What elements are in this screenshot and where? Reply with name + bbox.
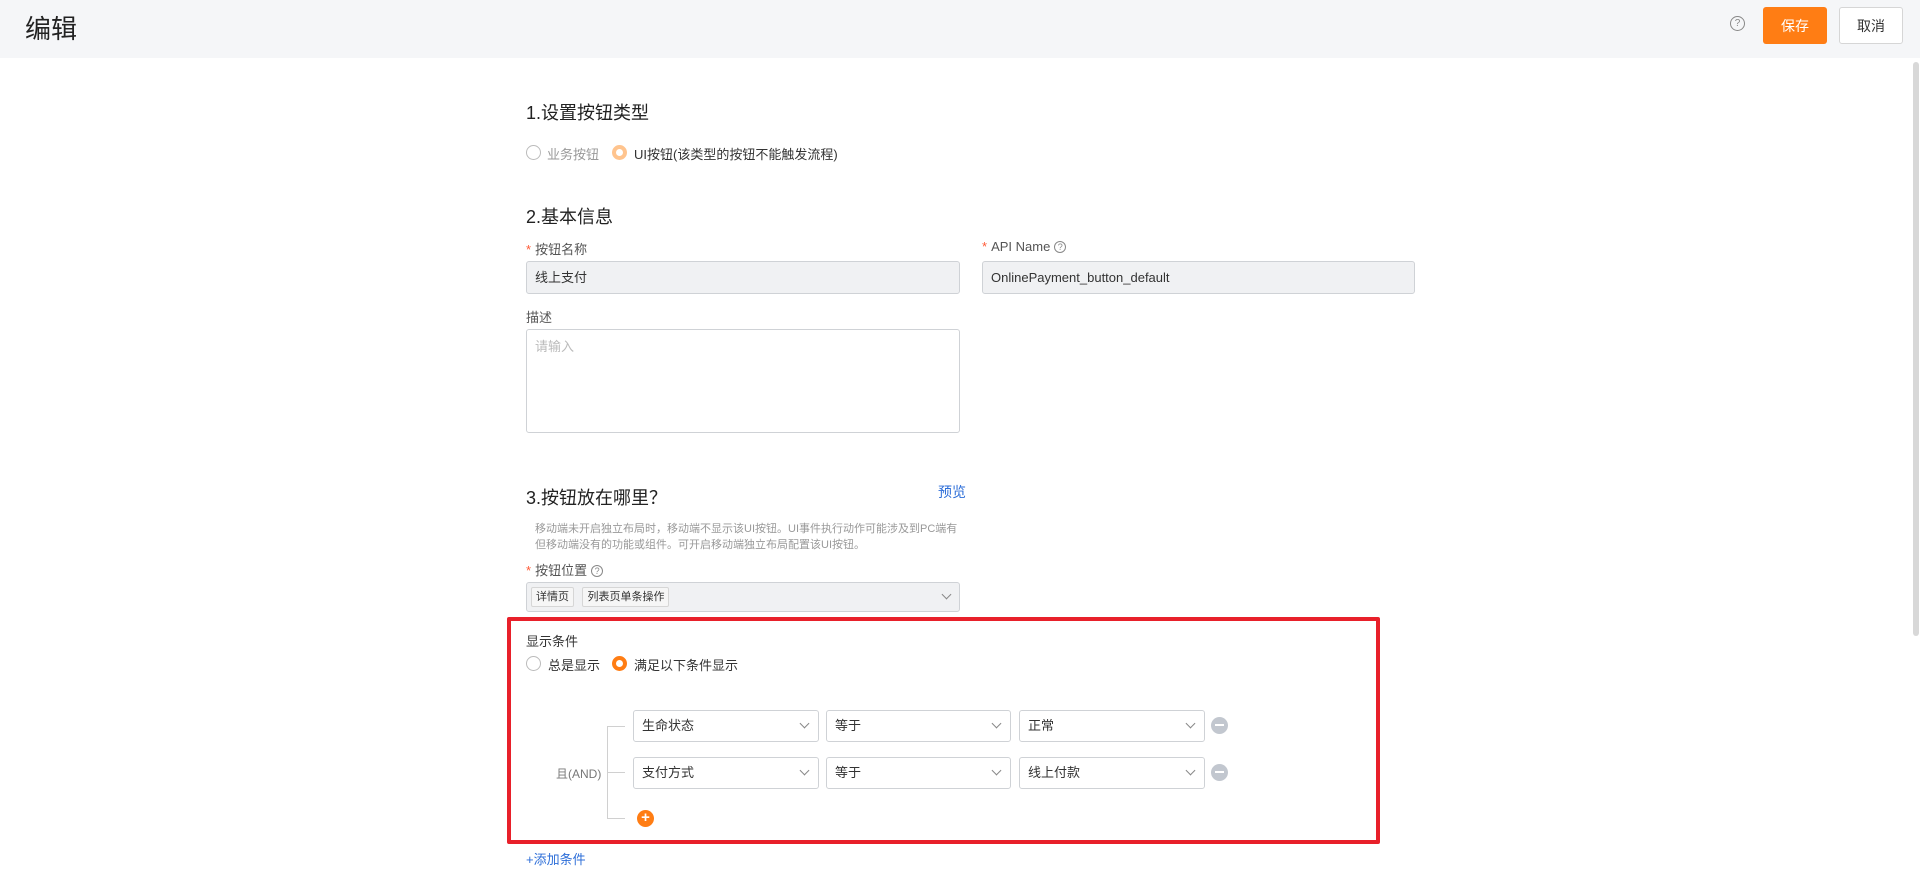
save-button[interactable]: 保存 (1763, 7, 1827, 44)
chevron-down-icon (1185, 718, 1196, 729)
question-circle-icon[interactable]: ? (591, 565, 604, 577)
api-name-label: * API Name? (982, 239, 1067, 254)
mobile-layout-hint: 移动端未开启独立布局时，移动端不显示该UI按钮。UI事件执行动作可能涉及到PC端… (535, 521, 965, 553)
and-logic-label: 且(AND) (556, 767, 602, 781)
question-circle-icon[interactable]: ? (1730, 16, 1745, 31)
top-header: 编辑 ? 保存 取消 (0, 0, 1920, 58)
radio-always-show[interactable] (526, 656, 541, 671)
chevron-down-icon (991, 765, 1002, 776)
chevron-down-icon (799, 718, 810, 729)
condition-operator-value: 等于 (835, 765, 862, 780)
radio-business-button (526, 145, 541, 160)
chevron-down-icon (799, 765, 810, 776)
radio-conditional-show[interactable] (612, 656, 627, 671)
required-mark: * (982, 239, 988, 254)
condition-operator-value: 等于 (835, 718, 862, 733)
condition-operator-select[interactable]: 等于 (826, 710, 1011, 742)
button-name-label: * 按钮名称 (526, 239, 587, 258)
required-mark: * (526, 563, 532, 578)
chevron-down-icon (1185, 765, 1196, 776)
condition-field-select[interactable]: 支付方式 (633, 757, 819, 789)
condition-value-value: 线上付款 (1028, 765, 1081, 780)
condition-field-select[interactable]: 生命状态 (633, 710, 819, 742)
chevron-down-icon (991, 718, 1002, 729)
condition-field-value: 支付方式 (642, 765, 695, 780)
condition-value-select[interactable]: 线上付款 (1019, 757, 1205, 789)
required-mark: * (526, 242, 532, 257)
preview-link[interactable]: 预览 (938, 482, 966, 502)
add-condition-link[interactable]: +添加条件 (526, 849, 586, 868)
condition-operator-select[interactable]: 等于 (826, 757, 1011, 789)
api-name-label-text: API Name (991, 239, 1051, 254)
condition-bracket-top (607, 726, 625, 727)
position-tag: 列表页单条操作 (582, 587, 670, 607)
button-name-label-text: 按钮名称 (535, 242, 588, 257)
condition-bracket-bottom (607, 818, 625, 819)
button-position-label-text: 按钮位置 (535, 563, 588, 578)
question-circle-icon[interactable]: ? (1054, 241, 1067, 253)
section-button-location-title: 3.按钮放在哪里？ (526, 488, 668, 508)
section-button-type-title: 1.设置按钮类型 (526, 103, 650, 123)
radio-ui-button-label[interactable]: UI按钮(该类型的按钮不能触发流程) (634, 144, 838, 163)
api-name-field[interactable]: OnlinePayment_button_default (982, 261, 1415, 294)
description-textarea[interactable]: 请输入 (526, 329, 960, 433)
section-basic-info-title: 2.基本信息 (526, 207, 614, 227)
button-name-field[interactable]: 线上支付 (526, 261, 960, 294)
radio-conditional-show-label[interactable]: 满足以下条件显示 (634, 655, 738, 674)
condition-value-value: 正常 (1028, 718, 1055, 733)
radio-business-button-label: 业务按钮 (547, 147, 600, 162)
add-condition-row-icon[interactable]: + (637, 810, 654, 827)
cancel-button[interactable]: 取消 (1839, 7, 1903, 44)
radio-always-show-label[interactable]: 总是显示 (548, 655, 600, 674)
button-position-label: * 按钮位置? (526, 560, 604, 579)
hint-line-2: 但移动端没有的功能或组件。可开启移动端独立布局配置该UI按钮。 (535, 539, 865, 551)
vertical-scrollbar[interactable] (1913, 62, 1919, 636)
hint-line-1: 移动端未开启独立布局时，移动端不显示该UI按钮。UI事件执行动作可能涉及到PC端… (535, 523, 958, 535)
chevron-down-icon (941, 589, 952, 600)
remove-condition-icon[interactable] (1211, 717, 1228, 734)
condition-value-select[interactable]: 正常 (1019, 710, 1205, 742)
condition-bracket-mid (607, 772, 625, 773)
condition-field-value: 生命状态 (642, 718, 695, 733)
display-condition-title: 显示条件 (526, 634, 579, 649)
button-position-select[interactable]: 详情页 列表页单条操作 (526, 582, 960, 612)
position-tag: 详情页 (531, 587, 574, 607)
description-label: 描述 (526, 310, 553, 325)
page-title: 编辑 (25, 14, 78, 44)
remove-condition-icon[interactable] (1211, 764, 1228, 781)
radio-ui-button[interactable] (612, 145, 627, 160)
